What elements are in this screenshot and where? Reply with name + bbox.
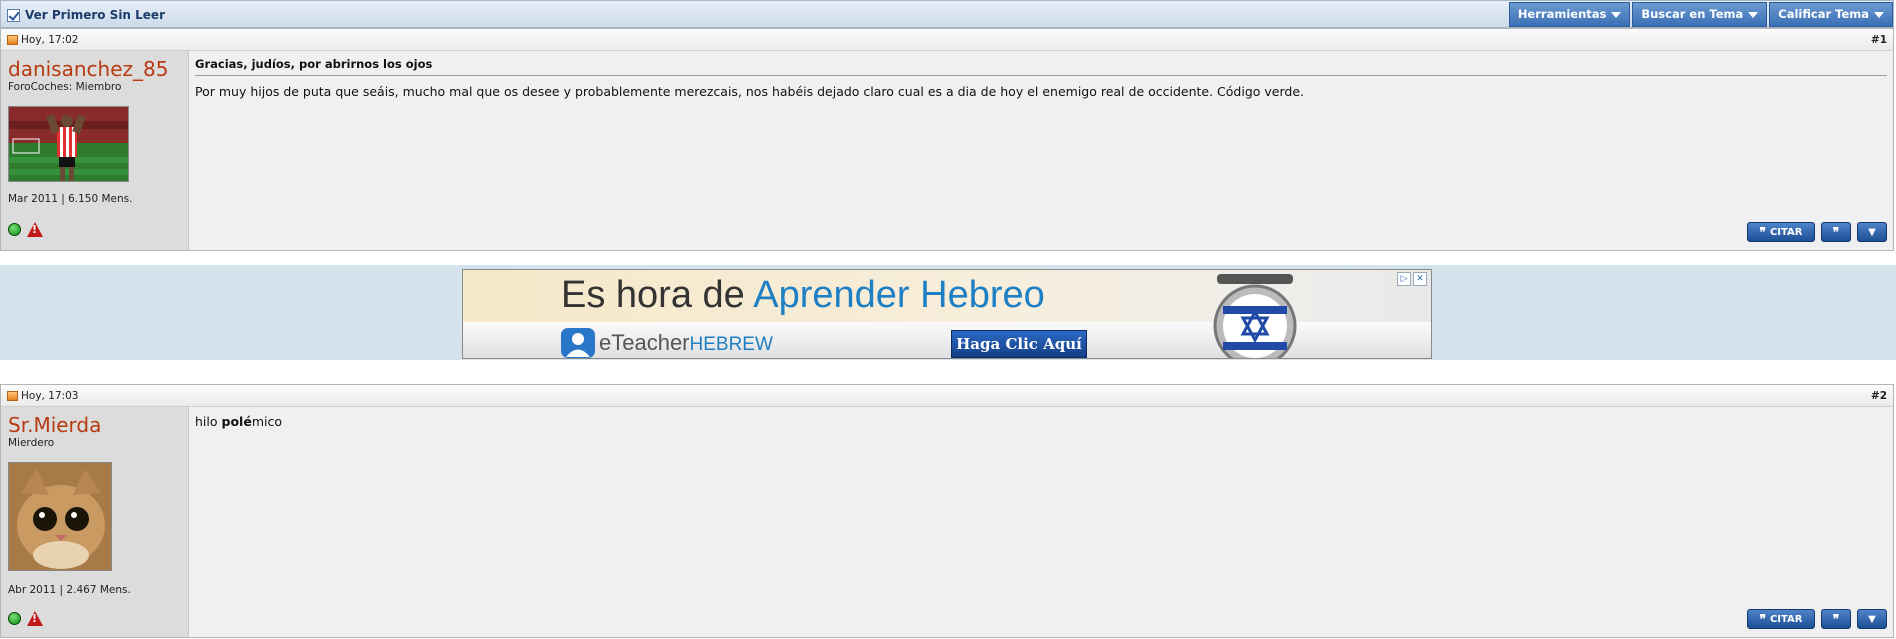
multi-quote-button[interactable]: ❞ [1821, 222, 1851, 242]
user-stats: Mar 2011 | 6.150 Mens. [8, 193, 133, 205]
user-title: ForoCoches: Miembro [8, 81, 122, 93]
logo-text-accent: HEBREW [689, 334, 773, 355]
tools-menu-label: Herramientas [1517, 7, 1607, 21]
chevron-down-icon: ▼ [1868, 613, 1876, 625]
ad-headline: Es hora de Aprender Hebreo [561, 274, 1045, 316]
multi-quote-button[interactable]: ❞ [1821, 609, 1851, 629]
chevron-down-icon: ▼ [1868, 226, 1876, 238]
thread-toolbar: Ver Primero Sin Leer Herramientas Buscar… [0, 0, 1894, 28]
post-2: Hoy, 17:03 #2 Sr.Mierda Mierdero Abr 201… [0, 384, 1894, 638]
quote-icon: ❞ [1832, 225, 1840, 239]
user-info-panel: danisanchez_85 ForoCoches: Miembro Mar 2… [1, 51, 189, 250]
user-info-panel: Sr.Mierda Mierdero Abr 2011 | 2.467 Mens… [1, 407, 189, 637]
logo-text-main: eTeacher [599, 330, 690, 355]
post-message: Gracias, judíos, por abrirnos los ojos P… [189, 51, 1893, 250]
quote-icon: ❞ [1759, 612, 1766, 626]
ad-cta-button[interactable]: Haga Clic Aquí [951, 330, 1087, 358]
post-text: Por muy hijos de puta que seáis, mucho m… [195, 84, 1305, 99]
post-message: hilo polémico ❞ CITAR ❞ ▼ [189, 407, 1893, 637]
ad-close-icon[interactable]: ✕ [1413, 272, 1427, 286]
post-header: Hoy, 17:03 #2 [1, 385, 1893, 407]
unread-label: Ver Primero Sin Leer [25, 8, 165, 22]
ad-info-icon[interactable]: ▷ [1397, 272, 1411, 286]
search-thread-menu-label: Buscar en Tema [1641, 7, 1744, 21]
chevron-down-icon [1748, 11, 1759, 18]
alarm-clock-icon [1213, 274, 1297, 358]
post-icon [7, 391, 18, 401]
post-number-link[interactable]: #2 [1871, 390, 1887, 402]
post-menu-button[interactable]: ▼ [1857, 222, 1887, 242]
user-stats: Abr 2011 | 2.467 Mens. [8, 584, 131, 596]
chevron-down-icon [1611, 11, 1622, 18]
quote-label: CITAR [1769, 613, 1803, 625]
quote-icon: ❞ [1832, 612, 1840, 626]
rate-thread-menu-label: Calificar Tema [1778, 7, 1869, 21]
online-status-icon [8, 612, 21, 625]
tools-menu-button[interactable]: Herramientas [1508, 2, 1631, 27]
unread-link[interactable]: Ver Primero Sin Leer [7, 8, 165, 22]
avatar[interactable] [8, 106, 129, 182]
checkbox-icon [7, 8, 20, 22]
chevron-down-icon [1874, 11, 1884, 18]
post-header: Hoy, 17:02 #1 [1, 29, 1893, 51]
report-warning-icon[interactable] [27, 611, 43, 626]
post-menu-button[interactable]: ▼ [1857, 609, 1887, 629]
post-number-link[interactable]: #1 [1871, 34, 1887, 46]
post-title: Gracias, judíos, por abrirnos los ojos [195, 57, 1887, 76]
quote-icon: ❞ [1759, 225, 1766, 239]
post-icon [7, 35, 18, 45]
post-1: Hoy, 17:02 #1 danisanchez_85 ForoCoches:… [0, 28, 1894, 251]
post-date: Hoy, 17:03 [21, 390, 79, 402]
eteacher-logo: eTeacherHEBREW [561, 328, 773, 358]
quote-button[interactable]: ❞ CITAR [1747, 609, 1815, 629]
ad-strip: Es hora de Aprender Hebreo eTeacherHEBRE… [0, 265, 1896, 360]
person-icon [561, 328, 595, 358]
search-thread-menu-button[interactable]: Buscar en Tema [1632, 2, 1768, 27]
quote-button[interactable]: ❞ CITAR [1747, 222, 1815, 242]
report-warning-icon[interactable] [27, 222, 43, 237]
username-link[interactable]: Sr.Mierda [8, 413, 101, 437]
user-title: Mierdero [8, 437, 55, 449]
online-status-icon [8, 223, 21, 236]
post-date: Hoy, 17:02 [21, 34, 79, 46]
post-text: hilo polémico [195, 414, 282, 429]
username-link[interactable]: danisanchez_85 [8, 57, 168, 81]
advertisement-banner[interactable]: Es hora de Aprender Hebreo eTeacherHEBRE… [462, 269, 1432, 359]
quote-label: CITAR [1769, 226, 1803, 238]
rate-thread-menu-button[interactable]: Calificar Tema [1769, 2, 1893, 27]
avatar[interactable] [8, 462, 112, 571]
